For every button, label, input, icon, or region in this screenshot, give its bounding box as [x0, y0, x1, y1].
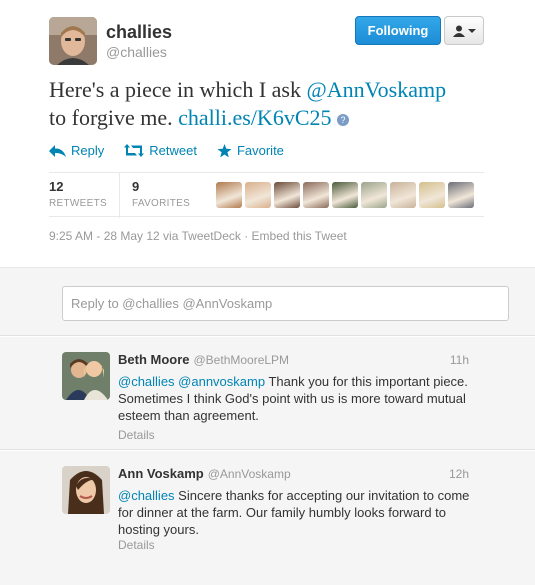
main-tweet: challies @challies Following Here's a pi…	[0, 0, 535, 268]
retweet-button[interactable]: Retweet	[124, 143, 197, 158]
reply-icon	[49, 144, 66, 157]
favorites-stat[interactable]: 9 FAVORITES	[132, 179, 190, 209]
reply-area: Reply to @challies @AnnVoskamp	[0, 268, 535, 336]
retweet-label: Retweet	[149, 143, 197, 158]
reply-button[interactable]: Reply	[49, 143, 104, 158]
reply-tweet[interactable]: Ann Voskamp @AnnVoskamp 12h @challies Sin…	[0, 451, 535, 585]
author-avatar[interactable]	[49, 17, 97, 65]
reply-author-handle: @AnnVoskamp	[207, 467, 291, 481]
favoriter-avatar[interactable]	[245, 182, 271, 208]
favoriter-avatar[interactable]	[361, 182, 387, 208]
favoriter-avatar[interactable]	[332, 182, 358, 208]
chevron-down-icon	[467, 28, 476, 33]
details-link[interactable]: Details	[118, 538, 155, 552]
reply-input[interactable]: Reply to @challies @AnnVoskamp	[62, 286, 509, 321]
avatar[interactable]	[62, 466, 110, 514]
details-link[interactable]: Details	[118, 428, 155, 442]
reply-mentions[interactable]: @challies	[118, 488, 175, 503]
reply-label: Reply	[71, 143, 105, 158]
media-icon[interactable]: ?	[337, 114, 349, 126]
following-button[interactable]: Following	[355, 16, 441, 45]
reply-timestamp[interactable]: 12h	[449, 467, 469, 481]
tweet-actions: Reply Retweet Favorite	[49, 143, 304, 158]
reply-author-name: Ann Voskamp	[118, 466, 204, 481]
avatar[interactable]	[62, 352, 110, 400]
favoriter-avatar[interactable]	[274, 182, 300, 208]
retweets-stat[interactable]: 12 RETWEETS	[49, 179, 107, 209]
star-icon	[217, 143, 232, 157]
tweet-meta[interactable]: 9:25 AM - 28 May 12 via TweetDeck · Embe…	[49, 229, 347, 243]
reply-author-handle: @BethMooreLPM	[193, 353, 290, 367]
author-name[interactable]: challies	[106, 22, 172, 43]
reply-tweet[interactable]: Beth Moore @BethMooreLPM 11h @challies @a…	[0, 337, 535, 450]
tweet-text: Here's a piece in which I ask @AnnVoskam…	[49, 76, 509, 132]
url-link[interactable]: challi.es/K6vC25	[178, 105, 331, 130]
favoriters-avatars	[216, 182, 474, 208]
favoriter-avatar[interactable]	[390, 182, 416, 208]
reply-mentions[interactable]: @challies @annvoskamp	[118, 374, 265, 389]
favorite-label: Favorite	[236, 143, 284, 158]
tweet-stats: 12 RETWEETS 9 FAVORITES	[49, 172, 484, 218]
favorites-count: 9	[132, 179, 140, 194]
user-actions-dropdown[interactable]	[444, 16, 484, 45]
favoriter-avatar[interactable]	[303, 182, 329, 208]
retweets-count: 12	[49, 179, 64, 194]
reply-text: @challies @annvoskamp Thank you for this…	[118, 373, 473, 424]
retweets-label: RETWEETS	[49, 198, 107, 209]
reply-timestamp[interactable]: 11h	[450, 353, 469, 367]
favorites-label: FAVORITES	[132, 198, 191, 209]
reply-text: @challies Sincere thanks for accepting o…	[118, 487, 473, 538]
reply-author[interactable]: Beth Moore @BethMooreLPM	[118, 352, 289, 367]
reply-author[interactable]: Ann Voskamp @AnnVoskamp	[118, 466, 291, 481]
mention-link[interactable]: @AnnVoskamp	[306, 77, 446, 102]
person-icon	[452, 25, 465, 37]
favoriter-avatar[interactable]	[216, 182, 242, 208]
tweet-text-part2: to forgive me.	[49, 105, 179, 130]
tweet-text-part1: Here's a piece in which I ask	[49, 77, 307, 102]
favoriter-avatar[interactable]	[448, 182, 474, 208]
reply-author-name: Beth Moore	[118, 352, 190, 367]
author-handle[interactable]: @challies	[106, 44, 167, 60]
favorite-button[interactable]: Favorite	[217, 143, 284, 158]
stats-divider	[119, 173, 120, 218]
favoriter-avatar[interactable]	[419, 182, 445, 208]
retweet-icon	[124, 144, 145, 157]
